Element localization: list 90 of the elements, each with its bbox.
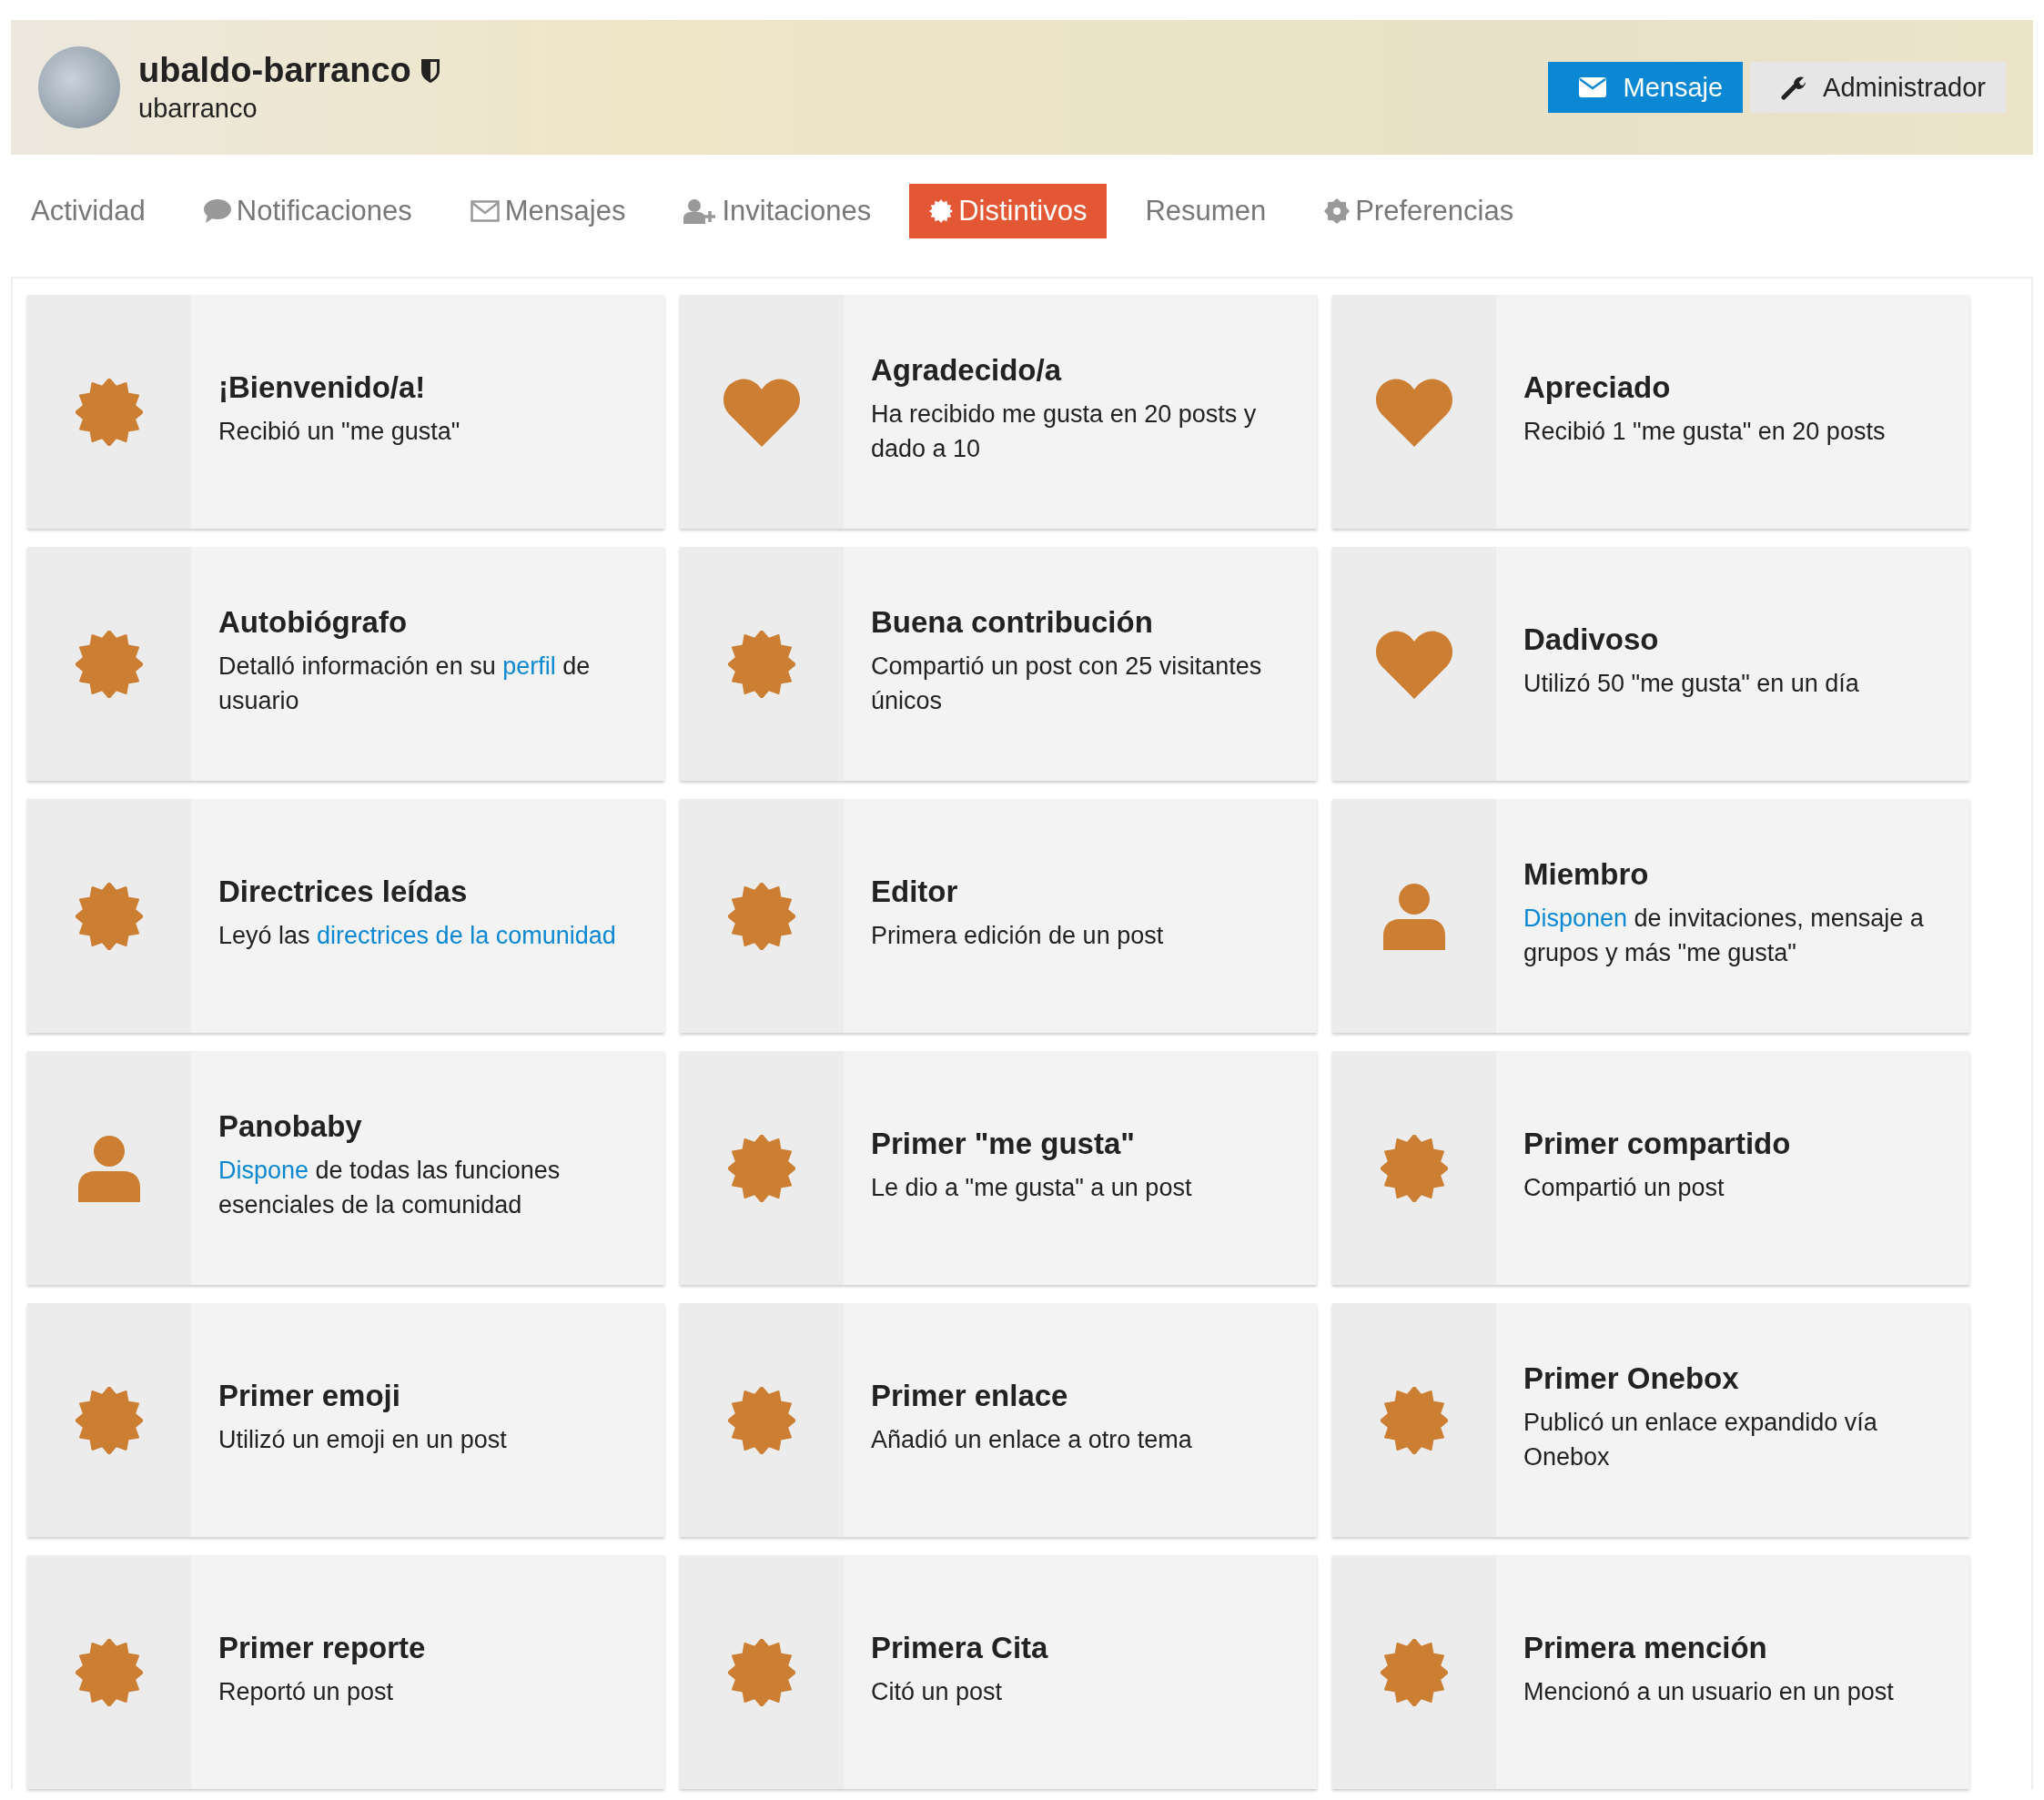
speech-bubble-icon — [203, 199, 231, 223]
envelope-icon — [1579, 77, 1607, 97]
badge-description: Reportó un post — [218, 1676, 395, 1707]
heart-icon — [1375, 377, 1453, 447]
badge-card[interactable]: Primer "me gusta" Le dio a "me gusta" a un post — [680, 1051, 1317, 1285]
envelope-icon — [470, 200, 500, 222]
heart-icon — [723, 377, 801, 447]
badge-card[interactable]: Apreciado Recibió 1 "me gusta" en 20 posts — [1332, 295, 1969, 529]
burst-icon — [76, 1386, 143, 1454]
badge-description: Utilizó un emoji en un post — [218, 1424, 508, 1455]
badge-card[interactable]: Primera mención Mencionó a un usuario en un post — [1332, 1555, 1969, 1789]
badge-description: Citó un post — [871, 1676, 1004, 1707]
user-handle: ubarranco — [138, 94, 258, 124]
admin-button[interactable]: Administrador — [1750, 62, 2006, 113]
badge-description: Primera edición de un post — [871, 920, 1165, 951]
badge-card[interactable]: Miembro Disponen de invitaciones, mensaje a grupos y más "me gusta" — [1332, 799, 1969, 1033]
badge-description: Disponen de invitaciones, mensaje a grupos y más "me gusta" — [1523, 903, 1925, 968]
badge-card[interactable]: ¡Bienvenido/a! Recibió un "me gusta" — [27, 295, 664, 529]
burst-icon — [728, 1386, 795, 1454]
burst-icon — [728, 630, 795, 698]
badge-title: Primer "me gusta" — [871, 1126, 1136, 1161]
burst-icon — [1381, 1134, 1448, 1202]
badge-card[interactable]: Autobiógrafo Detalló información en su perfil de usuario — [27, 547, 664, 781]
gear-icon — [1324, 198, 1351, 224]
badge-title: Buena contribución — [871, 604, 1154, 640]
badge-title: Primer compartido — [1523, 1126, 1792, 1161]
nav-tab[interactable]: Invitaciones — [663, 184, 892, 238]
badge-description: Detalló información en su perfil de usuario — [218, 651, 592, 716]
badge-description: Dispone de todas las funciones esenciales de la comunidad — [218, 1155, 562, 1220]
badge-card[interactable]: Dadivoso Utilizó 50 "me gusta" en un día — [1332, 547, 1969, 781]
badge-description: Mencionó a un usuario en un post — [1523, 1676, 1895, 1707]
burst-icon — [76, 1638, 143, 1706]
badge-title: Dadivoso — [1523, 622, 1660, 657]
badge-title: Primer enlace — [871, 1378, 1069, 1413]
badge-card[interactable]: Buena contribución Compartió un post con 25 visitantes únicos — [680, 547, 1317, 781]
badge-title: Primera Cita — [871, 1630, 1049, 1665]
nav-tab[interactable]: Resumen — [1125, 184, 1287, 238]
nav-tab[interactable]: Mensajes — [450, 184, 646, 238]
badge-title: Panobaby — [218, 1108, 363, 1144]
wrench-icon — [1781, 75, 1807, 100]
burst-icon — [76, 378, 143, 446]
badge-title: ¡Bienvenido/a! — [218, 369, 427, 405]
badge-card[interactable]: Primera Cita Citó un post — [680, 1555, 1317, 1789]
badge-card[interactable]: Primer enlace Añadió un enlace a otro tema — [680, 1303, 1317, 1537]
badge-description: Le dio a "me gusta" a un post — [871, 1172, 1193, 1203]
badge-card[interactable]: Panobaby Dispone de todas las funciones esenciales de la comunidad — [27, 1051, 664, 1285]
badge-description: Añadió un enlace a otro tema — [871, 1424, 1193, 1455]
badge-description: Leyó las directrices de la comunidad — [218, 920, 617, 951]
badge-description: Compartió un post — [1523, 1172, 1725, 1203]
user-name: ubaldo-barranco — [138, 51, 411, 90]
badge-description: Compartió un post con 25 visitantes únicos — [871, 651, 1263, 716]
badge-title: Miembro — [1523, 856, 1650, 892]
badge-title: Agradecido/a — [871, 352, 1063, 388]
burst-icon — [1381, 1638, 1448, 1706]
burst-icon — [728, 882, 795, 950]
badge-title: Directrices leídas — [218, 874, 469, 909]
badge-description: Recibió un "me gusta" — [218, 416, 461, 447]
user-icon — [78, 1134, 140, 1202]
user-icon — [1383, 882, 1445, 950]
badge-title: Apreciado — [1523, 369, 1672, 405]
burst-icon — [728, 1638, 795, 1706]
badge-title: Autobiógrafo — [218, 604, 409, 640]
message-button[interactable]: Mensaje — [1548, 62, 1744, 113]
burst-icon — [1381, 1386, 1448, 1454]
badge-description: Ha recibido me gusta en 20 posts y dado a 10 — [871, 399, 1258, 464]
badge-title: Primer reporte — [218, 1630, 427, 1665]
user-plus-icon — [683, 198, 717, 224]
badge-card[interactable]: Primer emoji Utilizó un emoji en un post — [27, 1303, 664, 1537]
badge-description: Publicó un enlace expandido vía Onebox — [1523, 1407, 1878, 1472]
nav-tab[interactable]: Preferencias — [1304, 184, 1534, 238]
burst-icon — [728, 1134, 795, 1202]
badge-card[interactable]: Primer Onebox Publicó un enlace expandido vía Onebox — [1332, 1303, 1969, 1537]
burst-icon — [929, 199, 954, 223]
burst-icon — [76, 882, 143, 950]
nav-tab[interactable]: Actividad — [11, 184, 166, 238]
badge-card[interactable]: Directrices leídas Leyó las directrices de la comunidad — [27, 799, 664, 1033]
badge-title: Editor — [871, 874, 959, 909]
badge-description: Recibió 1 "me gusta" en 20 posts — [1523, 416, 1887, 447]
badge-card[interactable]: Primer reporte Reportó un post — [27, 1555, 664, 1789]
nav-tab[interactable]: Distintivos — [909, 184, 1108, 238]
badge-title: Primer emoji — [218, 1378, 401, 1413]
badge-card[interactable]: Editor Primera edición de un post — [680, 799, 1317, 1033]
nav-tab[interactable]: Notificaciones — [183, 184, 432, 238]
badge-description: Utilizó 50 "me gusta" en un día — [1523, 668, 1860, 699]
badge-title: Primer Onebox — [1523, 1360, 1740, 1396]
heart-icon — [1375, 629, 1453, 699]
burst-icon — [76, 630, 143, 698]
badge-card[interactable]: Agradecido/a Ha recibido me gusta en 20 posts y dado a 10 — [680, 295, 1317, 529]
badge-title: Primera mención — [1523, 1630, 1768, 1665]
badge-card[interactable]: Primer compartido Compartió un post — [1332, 1051, 1969, 1285]
